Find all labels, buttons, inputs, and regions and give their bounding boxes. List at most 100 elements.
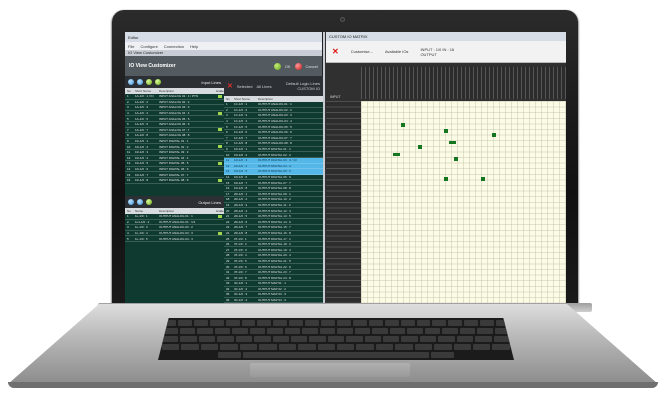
row-short-name: 1C-1/0 : 3	[234, 113, 248, 118]
matrix-crosspoint[interactable]	[481, 177, 485, 181]
row-description: OUTPUT DIGITAL 07 : 7	[258, 180, 291, 185]
row-description: INPUT DIGITAL 02 : 2	[159, 144, 189, 149]
row-short-name: 1C-1/0 : 2	[234, 107, 248, 112]
matrix-info: INPUT : 1/0 IN : 16 OUTPUT	[420, 47, 454, 57]
row-short-name: 1C-1/0 : 5	[234, 124, 248, 129]
cancel-button[interactable]	[294, 62, 302, 70]
row-number: 7	[226, 135, 228, 140]
hidden-checkbox[interactable]	[218, 111, 222, 115]
row-number: 5	[226, 124, 228, 129]
row-short-name: 3C-1/0 : 1	[234, 281, 248, 286]
menu-connection[interactable]: Connection	[164, 44, 184, 49]
move-down-icon[interactable]	[137, 199, 143, 205]
logic-pane-title: Default Logic Lines CUSTOM IO	[286, 81, 320, 91]
row-short-name: 3T-1/0 : 2	[234, 242, 247, 247]
hidden-checkbox[interactable]	[218, 94, 222, 98]
row-number: 5	[127, 116, 129, 121]
available-ios-button[interactable]: Available IOs	[385, 49, 409, 54]
row-short-name: 1C-1/0 : 8	[234, 141, 248, 146]
row-description: INPUT DIGITAL 04 : 4	[159, 155, 189, 160]
row-number: 34	[226, 286, 230, 291]
hidden-checkbox[interactable]	[218, 128, 222, 132]
row-number: 12	[226, 163, 230, 168]
row-short-name: 1D-1/0 : 2	[135, 144, 149, 149]
hidden-checkbox[interactable]	[218, 178, 222, 182]
row-description: OUTPUT MAP 03 : 3	[258, 292, 286, 297]
row-number: 14	[226, 175, 230, 180]
ok-button[interactable]	[273, 62, 281, 70]
row-short-name: 1D-1/0 : 3	[234, 158, 248, 163]
tab-all-lines[interactable]: All Lines	[256, 84, 271, 89]
menu-file[interactable]: File	[128, 44, 134, 49]
matrix-crosspoint[interactable]	[393, 153, 400, 156]
output-pane-label: Output Lines	[198, 199, 221, 205]
hidden-checkbox[interactable]	[218, 231, 222, 235]
row-description: INPUT ANALOG 05 : 5	[159, 116, 190, 121]
row-short-name: 1C-1/0 : 7	[234, 135, 248, 140]
output-lines-pane: Output Lines No Name Description Hidden …	[125, 196, 226, 306]
close-icon[interactable]: ✕	[227, 82, 233, 90]
col-short-name: Short Name	[234, 97, 251, 101]
table-row[interactable]: 16 1D-1/0 : 8 INPUT DIGITAL 08 : 8	[125, 178, 224, 184]
row-short-name: 1L-1/0 : 4	[135, 231, 148, 236]
row-short-name: 3T-1/0 : 8	[234, 275, 247, 280]
row-short-name: 1A-1/0 : 2	[135, 99, 149, 104]
row-short-name: 1D-1/0 : 8	[135, 178, 149, 183]
menu-help[interactable]: Help	[190, 44, 198, 49]
col-no: No	[127, 89, 131, 93]
row-number: 16	[226, 186, 230, 191]
row-number: 8	[226, 141, 228, 146]
move-up-icon[interactable]	[128, 79, 134, 85]
table-row[interactable]: 5 1L-1/0 : 5 OUTPUT ANALOG 04 : 4	[125, 236, 224, 242]
laptop-screen: Editor File Configure Connection Help IO…	[125, 32, 566, 306]
row-number: 4	[226, 119, 228, 124]
row-description: OUTPUT DIGITAL 24 : 8	[258, 275, 291, 280]
matrix-crosspoint[interactable]	[401, 123, 405, 127]
row-description: OUTPUT DIGITAL 20 : 4	[258, 253, 291, 258]
tab-selected[interactable]: Selected	[237, 84, 253, 89]
add-icon[interactable]	[146, 79, 152, 85]
row-description: OUTPUT ANALOG 01 : 1	[159, 214, 193, 219]
hidden-checkbox[interactable]	[218, 161, 222, 165]
close-icon[interactable]: ✕	[332, 47, 339, 56]
menu-configure[interactable]: Configure	[140, 44, 157, 49]
row-description: INPUT DIGITAL 07 : 7	[159, 172, 189, 177]
remove-icon[interactable]	[155, 79, 161, 85]
row-description: INPUT DIGITAL 06 : 6	[159, 167, 189, 172]
col-no: No	[127, 209, 131, 213]
row-description: OUTPUT DIGITAL 09 : 1	[258, 191, 291, 196]
row-description: INPUT DIGITAL 08 : 8	[159, 178, 189, 183]
row-short-name: 3C-1/0 : 2	[234, 286, 248, 291]
row-short-name: 2D-1/0 : 2	[234, 197, 248, 202]
customise-button[interactable]: Customise...	[351, 49, 373, 54]
row-description: OUTPUT MAP 02 : 2	[258, 286, 286, 291]
matrix-crosspoint[interactable]	[444, 129, 448, 133]
row-number: 9	[226, 147, 228, 152]
matrix-crosspoint[interactable]	[444, 177, 448, 181]
io-matrix-grid[interactable]	[361, 101, 566, 306]
matrix-crosspoint[interactable]	[449, 141, 456, 144]
row-number: 4	[127, 111, 129, 116]
hidden-checkbox[interactable]	[218, 145, 222, 149]
row-description: OUTPUT DIGITAL 06 : 6	[258, 175, 291, 180]
matrix-crosspoint[interactable]	[492, 133, 496, 137]
matrix-crosspoint[interactable]	[454, 157, 458, 161]
row-number: 6	[127, 122, 129, 127]
matrix-crosspoint[interactable]	[418, 145, 422, 149]
move-down-icon[interactable]	[137, 79, 143, 85]
window-titlebar: Editor	[125, 32, 322, 42]
row-description: OUTPUT DIGITAL 08 : 8	[258, 186, 291, 191]
row-short-name: 1A-1/0 : 6	[135, 122, 149, 127]
row-description: OUTPUT DIGITAL 13 : 5	[258, 214, 291, 219]
row-short-name: 1D-1/0 : 8	[234, 186, 248, 191]
io-customizer-window: Editor File Configure Connection Help IO…	[125, 32, 323, 306]
row-number: 19	[226, 202, 230, 207]
add-icon[interactable]	[146, 199, 152, 205]
row-short-name: 1D-1/0 : 1	[234, 147, 248, 152]
row-short-name: 3T-1/0 : 5	[234, 258, 247, 263]
hidden-checkbox[interactable]	[218, 214, 222, 218]
laptop-front-edge	[8, 382, 658, 388]
row-number: 11	[127, 150, 131, 155]
row-number: 31	[226, 270, 230, 275]
move-up-icon[interactable]	[128, 199, 134, 205]
